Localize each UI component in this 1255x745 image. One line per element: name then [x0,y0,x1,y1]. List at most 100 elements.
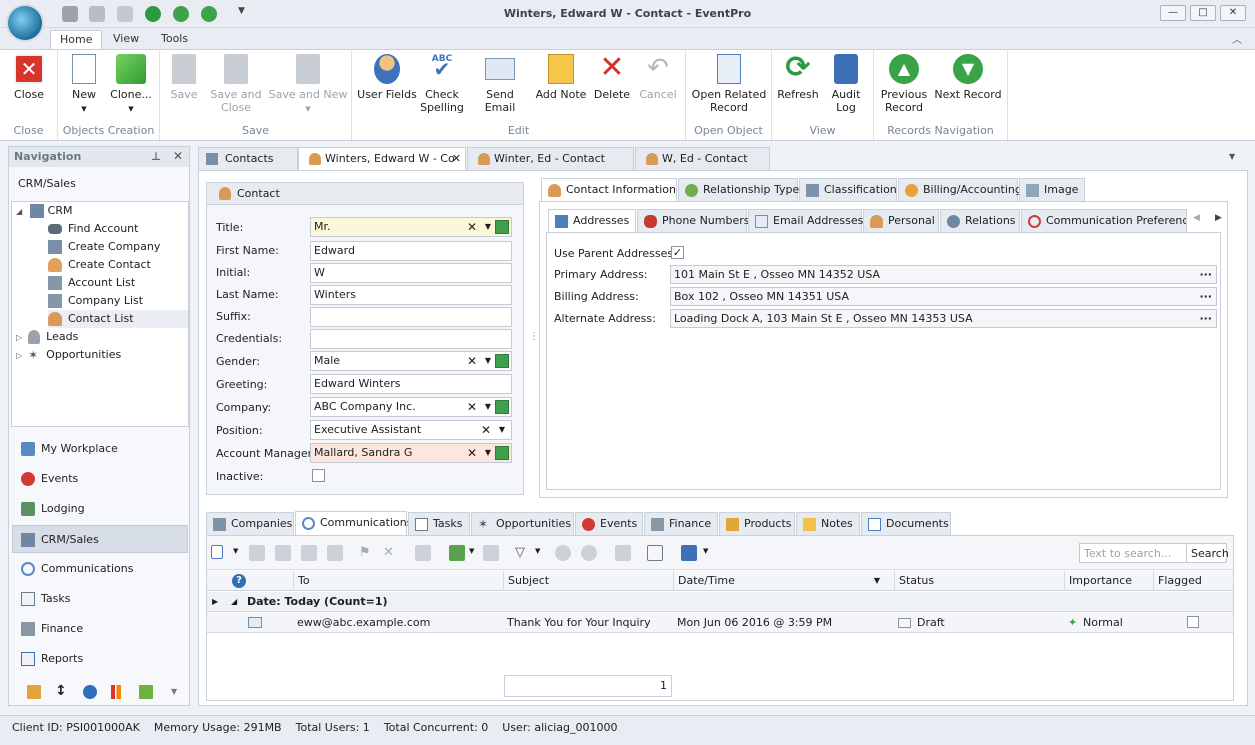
title-combo[interactable]: Mr. ✕ ▼ [310,217,512,237]
tab-opportunities[interactable]: ✶ Opportunities [471,512,574,536]
globe-icon[interactable] [83,685,97,699]
tree-item-contact-list[interactable]: Contact List [48,310,188,328]
clear-icon[interactable]: ✕ [467,444,477,462]
envelope-icon[interactable] [249,545,265,561]
tree-item-find-account[interactable]: Find Account [48,220,138,238]
tab-tools[interactable]: Tools [152,30,197,49]
cancel-button[interactable]: ↶ Cancel [636,54,680,101]
dropdown-arrow-icon[interactable]: ▼ [485,444,491,462]
tab-phone-numbers[interactable]: Phone Numbers [637,209,750,233]
tab-finance[interactable]: Finance [644,512,718,536]
clear-icon[interactable]: ✕ [467,398,477,416]
previous-record-button[interactable]: ▲ Previous Record [878,54,930,114]
minimize-button[interactable]: — [1160,5,1186,21]
ellipsis-button[interactable]: ··· [1199,288,1212,305]
collapse-ribbon-icon[interactable]: ︿ [1232,31,1242,46]
table-row[interactable]: eww@abc.example.com Thank You for Your I… [207,613,1233,633]
search-button[interactable]: Search [1187,543,1229,563]
check-spelling-button[interactable]: ABC ✔ Check Spelling [420,54,464,114]
dropdown-arrow-icon[interactable]: ▼ [485,218,491,236]
clipboard-icon[interactable] [615,545,631,561]
tab-companies[interactable]: Companies [206,512,294,536]
new-button[interactable]: New ▼ [64,54,104,116]
tab-products[interactable]: Products [719,512,795,536]
dropdown-arrow-icon[interactable]: ▼ [469,547,474,555]
doc-tab-winter-ed[interactable]: Winter, Ed - Contact [467,147,634,170]
save-and-new-button[interactable]: Save and New ▼ [268,54,348,116]
nav-tasks[interactable]: Tasks [13,585,187,613]
refresh-button[interactable]: ⟳ Refresh [776,53,820,102]
inventory-icon[interactable] [27,685,41,699]
card-icon[interactable] [483,545,499,561]
add-note-button[interactable]: Add Note [534,54,588,101]
gender-combo[interactable]: Male ✕ ▼ [310,351,512,371]
tab-communications[interactable]: Communications [295,511,412,536]
search-input[interactable]: Text to search... [1079,543,1187,563]
tab-home[interactable]: Home [50,30,103,49]
nav-events[interactable]: Events [13,465,187,493]
clear-icon[interactable]: ✕ [467,218,477,236]
ellipsis-button[interactable]: ··· [1199,310,1212,327]
tab-events[interactable]: Events [575,512,643,536]
expand-arrow-icon[interactable]: ▷ [16,333,22,342]
print-icon[interactable] [415,545,431,561]
user-fields-button[interactable]: User Fields [356,54,418,101]
transfer-icon[interactable]: ↕ [55,683,67,699]
primary-address-field[interactable]: 101 Main St E , Osseo MN 14352 USA ··· [670,265,1217,284]
nav-communications[interactable]: Communications [13,555,187,583]
nav-my-workplace[interactable]: My Workplace [13,435,187,463]
tree-item-account-list[interactable]: Account List [48,274,135,292]
greeting-field[interactable]: Edward Winters [310,374,512,394]
find-icon[interactable] [647,545,663,561]
close-window-button[interactable]: ✕ [1220,5,1246,21]
tab-tasks[interactable]: Tasks [408,512,470,536]
audit-log-button[interactable]: Audit Log [824,54,868,114]
dropdown-arrow-icon[interactable]: ▼ [485,352,491,370]
layout-icon[interactable] [449,545,465,561]
tree-item-crm[interactable]: ◢ CRM [16,202,72,220]
group-row[interactable]: ▶ ◢ Date: Today (Count=1) [207,592,1233,612]
scroll-left-icon[interactable]: ◀ [1193,213,1200,223]
next-record-button[interactable]: ▼ Next Record [934,54,1002,101]
edit-list-icon[interactable] [495,354,509,368]
clear-icon[interactable]: ✕ [467,352,477,370]
help-icon[interactable]: ? [232,574,246,588]
save-button[interactable]: Save [166,54,202,101]
dropdown-arrow-icon[interactable]: ▼ [485,398,491,416]
tree-item-create-company[interactable]: Create Company [48,238,160,256]
tree-item-leads[interactable]: ▷ Leads [16,328,78,346]
tree-item-create-contact[interactable]: Create Contact [48,256,151,274]
move-down-icon[interactable] [581,545,597,561]
open-related-record-button[interactable]: Open Related Record [690,54,768,114]
tab-email-addresses[interactable]: Email Addresses [748,209,863,233]
pin-icon[interactable]: ⊥ [151,150,161,163]
initial-field[interactable]: W [310,263,512,283]
first-name-field[interactable]: Edward [310,241,512,261]
edit-list-icon[interactable] [495,220,509,234]
billing-address-field[interactable]: Box 102 , Osseo MN 14351 USA ··· [670,287,1217,306]
tab-view[interactable]: View [104,30,148,49]
column-header-flagged[interactable]: Flagged [1153,571,1233,591]
tree-item-company-list[interactable]: Company List [48,292,143,310]
tab-addresses[interactable]: Addresses [548,209,636,233]
account-manager-combo[interactable]: Mallard, Sandra G ✕ ▼ [310,443,512,463]
dropdown-arrow-icon[interactable]: ▼ [499,421,505,439]
column-header-subject[interactable]: Subject [503,571,673,591]
tab-relationship-type[interactable]: Relationship Type [678,178,799,202]
line-chart-icon[interactable] [139,685,153,699]
delete-x-icon[interactable]: ✕ [383,545,399,561]
company-combo[interactable]: ABC Company Inc. ✕ ▼ [310,397,512,417]
floppy-icon[interactable] [681,545,697,561]
ellipsis-button[interactable]: ··· [1199,266,1212,283]
dropdown-arrow-icon[interactable]: ▼ [233,547,238,555]
edit-list-icon[interactable] [495,446,509,460]
alternate-address-field[interactable]: Loading Dock A, 103 Main St E , Osseo MN… [670,309,1217,328]
column-header-importance[interactable]: Importance [1064,571,1153,591]
tab-billing-accounting[interactable]: Billing/Accounting [898,178,1022,202]
dropdown-arrow-icon[interactable]: ▼ [535,547,540,555]
tab-relations[interactable]: Relations [940,209,1020,233]
new-document-icon[interactable] [211,545,223,559]
forward-icon[interactable] [327,545,343,561]
close-icon[interactable]: ✕ [173,149,183,163]
filter-icon[interactable]: ▽ [515,545,531,561]
